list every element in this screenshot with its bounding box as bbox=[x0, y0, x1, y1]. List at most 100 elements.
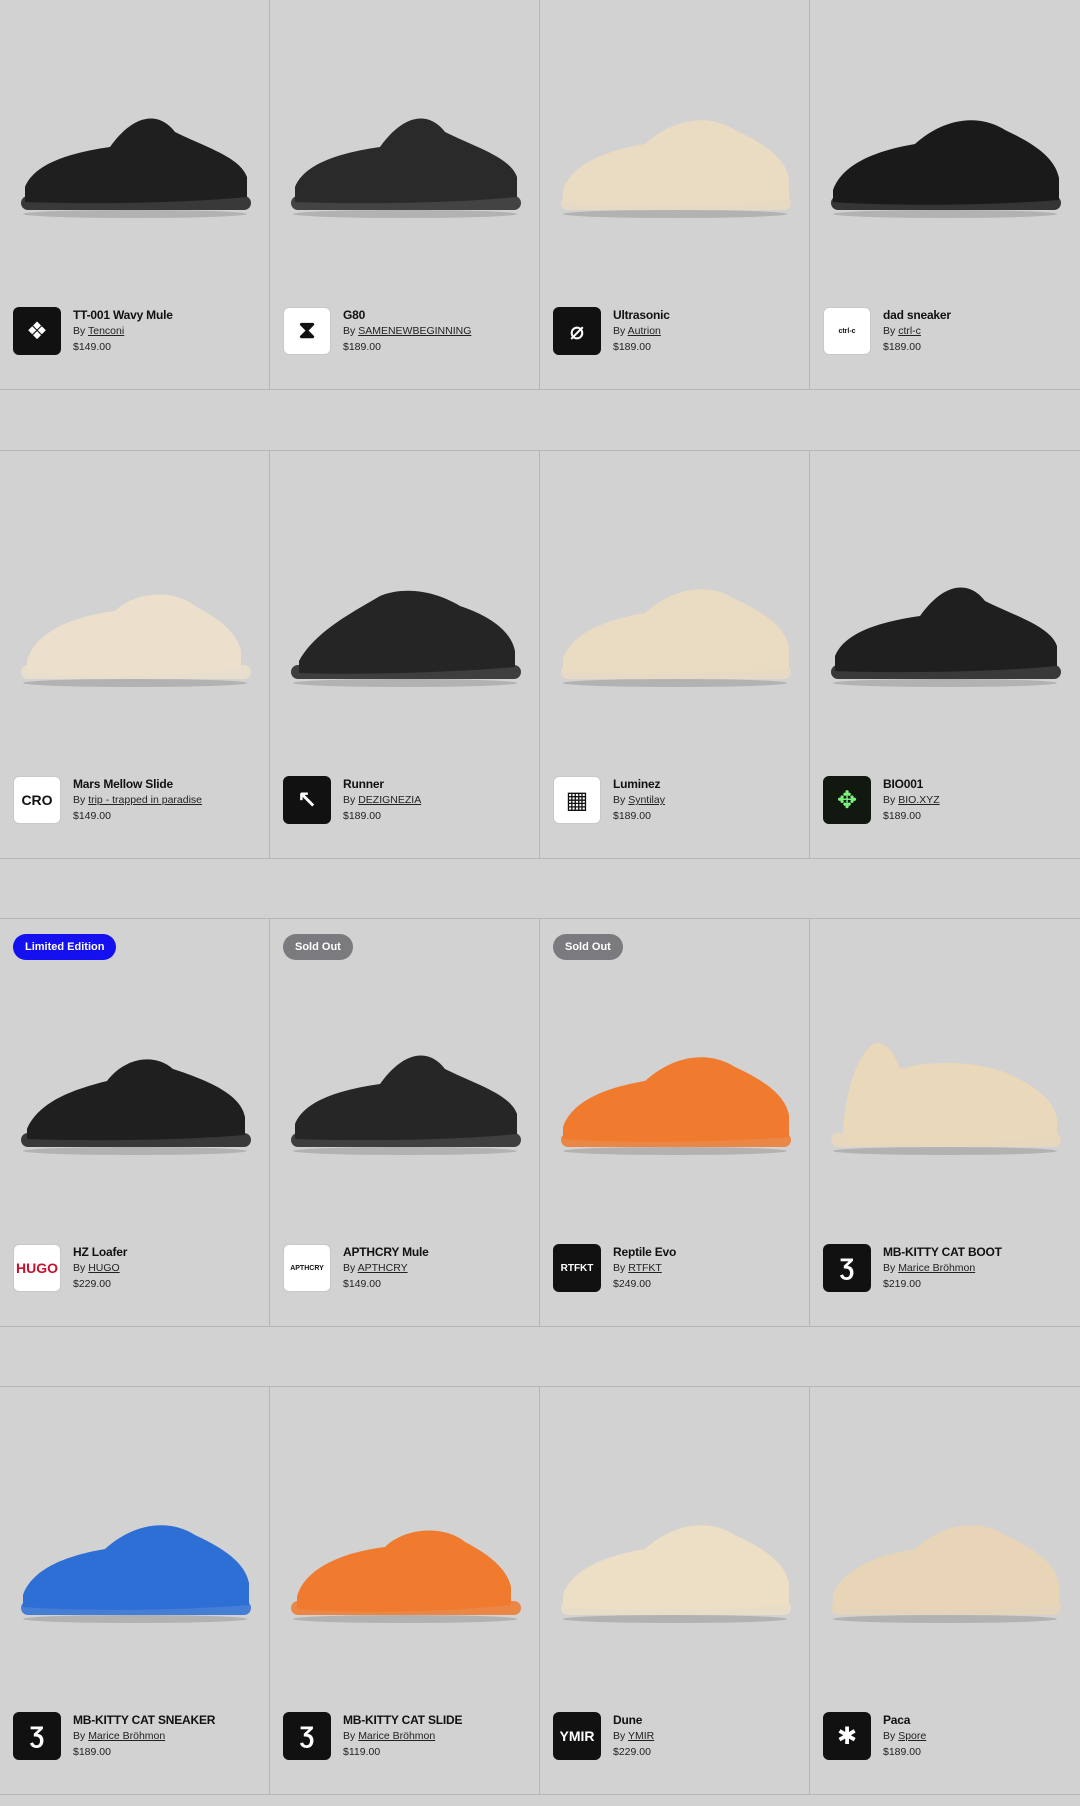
brand-link[interactable]: trip - trapped in paradise bbox=[88, 794, 202, 806]
brand-link[interactable]: Tenconi bbox=[88, 325, 124, 337]
product-title[interactable]: APTHCRY Mule bbox=[343, 1244, 429, 1260]
product-card[interactable]: ctrl-c dad sneaker By ctrl-c $189.00 bbox=[810, 0, 1080, 389]
brand-link[interactable]: SAMENEWBEGINNING bbox=[358, 325, 471, 337]
shoe-shadow bbox=[293, 1147, 517, 1155]
shoe-body bbox=[563, 120, 789, 205]
mb-logo-icon[interactable]: Ʒ bbox=[823, 1244, 871, 1292]
product-card[interactable]: YMIR Dune By YMIR $229.00 bbox=[540, 1387, 810, 1794]
product-image[interactable] bbox=[825, 1029, 1065, 1159]
product-image[interactable] bbox=[555, 92, 795, 222]
logo-text: RTFKT bbox=[560, 1262, 594, 1274]
product-card[interactable]: ↖ Runner By DEZIGNEZIA $189.00 bbox=[270, 451, 540, 858]
mb-logo-icon[interactable]: Ʒ bbox=[13, 1712, 61, 1760]
product-card[interactable]: ⌀ Ultrasonic By Autrion $189.00 bbox=[540, 0, 810, 389]
product-card[interactable]: CRO Mars Mellow Slide By trip - trapped in… bbox=[0, 451, 270, 858]
product-title[interactable]: HZ Loafer bbox=[73, 1244, 127, 1260]
product-byline: By Marice Bröhmon bbox=[343, 1728, 462, 1744]
product-title[interactable]: dad sneaker bbox=[883, 307, 951, 323]
product-card[interactable]: ✥ BIO001 By BIO.XYZ $189.00 bbox=[810, 451, 1080, 858]
shoe-shadow bbox=[833, 1147, 1057, 1155]
product-meta: Dune By YMIR $229.00 bbox=[613, 1712, 654, 1760]
brand-link[interactable]: RTFKT bbox=[628, 1262, 662, 1274]
product-card[interactable]: Ʒ MB-KITTY CAT SNEAKER By Marice Bröhmon $1… bbox=[0, 1387, 270, 1794]
product-card[interactable]: Sold Out RTFKT Reptile Evo By RTFKT $249.00 bbox=[540, 919, 810, 1326]
product-title[interactable]: Mars Mellow Slide bbox=[73, 776, 202, 792]
product-title[interactable]: Paca bbox=[883, 1712, 926, 1728]
product-title[interactable]: Reptile Evo bbox=[613, 1244, 676, 1260]
apthcry-logo-icon[interactable]: APTHCRY bbox=[283, 1244, 331, 1292]
product-title[interactable]: MB-KITTY CAT BOOT bbox=[883, 1244, 1002, 1260]
product-card[interactable]: ▦ Luminez By Syntilay $189.00 bbox=[540, 451, 810, 858]
cro-logo-icon[interactable]: CRO bbox=[13, 776, 61, 824]
product-price: $229.00 bbox=[613, 1746, 651, 1758]
product-title[interactable]: G80 bbox=[343, 307, 471, 323]
product-image[interactable] bbox=[555, 1029, 795, 1159]
product-info: ↖ Runner By DEZIGNEZIA $189.00 bbox=[283, 776, 421, 824]
product-title[interactable]: MB-KITTY CAT SNEAKER bbox=[73, 1712, 215, 1728]
product-title[interactable]: Runner bbox=[343, 776, 421, 792]
product-title[interactable]: MB-KITTY CAT SLIDE bbox=[343, 1712, 462, 1728]
brand-link[interactable]: DEZIGNEZIA bbox=[358, 794, 421, 806]
product-image[interactable] bbox=[285, 1029, 525, 1159]
product-byline: By APTHCRY bbox=[343, 1260, 429, 1276]
mb-logo-icon[interactable]: Ʒ bbox=[283, 1712, 331, 1760]
product-title[interactable]: BIO001 bbox=[883, 776, 940, 792]
product-image[interactable] bbox=[15, 1029, 255, 1159]
ymir-logo-icon[interactable]: YMIR bbox=[553, 1712, 601, 1760]
product-price: $149.00 bbox=[73, 341, 111, 353]
product-image[interactable] bbox=[15, 561, 255, 691]
product-meta: G80 By SAMENEWBEGINNING $189.00 bbox=[343, 307, 471, 355]
bio-logo-icon[interactable]: ✥ bbox=[823, 776, 871, 824]
product-title[interactable]: Luminez bbox=[613, 776, 665, 792]
product-image[interactable] bbox=[285, 561, 525, 691]
product-card[interactable]: Ʒ MB-KITTY CAT SLIDE By Marice Bröhmon $119… bbox=[270, 1387, 540, 1794]
shoe-body bbox=[27, 1059, 245, 1141]
product-image[interactable] bbox=[555, 561, 795, 691]
product-price: $189.00 bbox=[613, 810, 651, 822]
hourglass-logo-icon[interactable]: ⧗ bbox=[283, 307, 331, 355]
brand-link[interactable]: APTHCRY bbox=[358, 1262, 408, 1274]
product-card[interactable]: Ʒ MB-KITTY CAT BOOT By Marice Bröhmon $219.… bbox=[810, 919, 1080, 1326]
brand-link[interactable]: Marice Bröhmon bbox=[898, 1262, 975, 1274]
product-card[interactable]: Limited Edition HUGO HZ Loafer By HUGO $229.… bbox=[0, 919, 270, 1326]
rtfkt-logo-icon[interactable]: RTFKT bbox=[553, 1244, 601, 1292]
product-image[interactable] bbox=[15, 92, 255, 222]
shoe-body bbox=[295, 1055, 517, 1141]
ctrl-c-logo-icon[interactable]: ctrl-c bbox=[823, 307, 871, 355]
brand-link[interactable]: YMIR bbox=[628, 1730, 654, 1742]
product-image[interactable] bbox=[825, 92, 1065, 222]
spore-logo-icon[interactable]: ✱ bbox=[823, 1712, 871, 1760]
tenconi-logo-icon[interactable]: ❖ bbox=[13, 307, 61, 355]
product-meta: Reptile Evo By RTFKT $249.00 bbox=[613, 1244, 676, 1292]
brand-link[interactable]: BIO.XYZ bbox=[898, 794, 939, 806]
product-price: $149.00 bbox=[73, 810, 111, 822]
shoe-shadow bbox=[293, 679, 517, 687]
product-card[interactable]: ⧗ G80 By SAMENEWBEGINNING $189.00 bbox=[270, 0, 540, 389]
product-card[interactable]: ✱ Paca By Spore $189.00 bbox=[810, 1387, 1080, 1794]
product-image[interactable] bbox=[825, 561, 1065, 691]
cursor-logo-icon[interactable]: ↖ bbox=[283, 776, 331, 824]
product-image[interactable] bbox=[555, 1497, 795, 1627]
brand-link[interactable]: Spore bbox=[898, 1730, 926, 1742]
brand-link[interactable]: HUGO bbox=[88, 1262, 120, 1274]
brand-link[interactable]: ctrl-c bbox=[898, 325, 921, 337]
by-label: By bbox=[613, 1730, 626, 1742]
product-title[interactable]: Ultrasonic bbox=[613, 307, 670, 323]
product-card[interactable]: ❖ TT-001 Wavy Mule By Tenconi $149.00 bbox=[0, 0, 270, 389]
product-image[interactable] bbox=[15, 1497, 255, 1627]
product-image[interactable] bbox=[285, 1497, 525, 1627]
product-title[interactable]: TT-001 Wavy Mule bbox=[73, 307, 173, 323]
hugo-logo-icon[interactable]: HUGO bbox=[13, 1244, 61, 1292]
brand-link[interactable]: Marice Bröhmon bbox=[358, 1730, 435, 1742]
brand-link[interactable]: Autrion bbox=[628, 325, 661, 337]
product-image[interactable] bbox=[285, 92, 525, 222]
syntilay-logo-icon[interactable]: ▦ bbox=[553, 776, 601, 824]
product-image[interactable] bbox=[825, 1497, 1065, 1627]
product-card[interactable]: Sold Out APTHCRY APTHCRY Mule By APTHCRY $14… bbox=[270, 919, 540, 1326]
product-byline: By Marice Bröhmon bbox=[73, 1728, 215, 1744]
brand-link[interactable]: Marice Bröhmon bbox=[88, 1730, 165, 1742]
product-meta: Paca By Spore $189.00 bbox=[883, 1712, 926, 1760]
brand-link[interactable]: Syntilay bbox=[628, 794, 665, 806]
product-title[interactable]: Dune bbox=[613, 1712, 654, 1728]
autrion-logo-icon[interactable]: ⌀ bbox=[553, 307, 601, 355]
